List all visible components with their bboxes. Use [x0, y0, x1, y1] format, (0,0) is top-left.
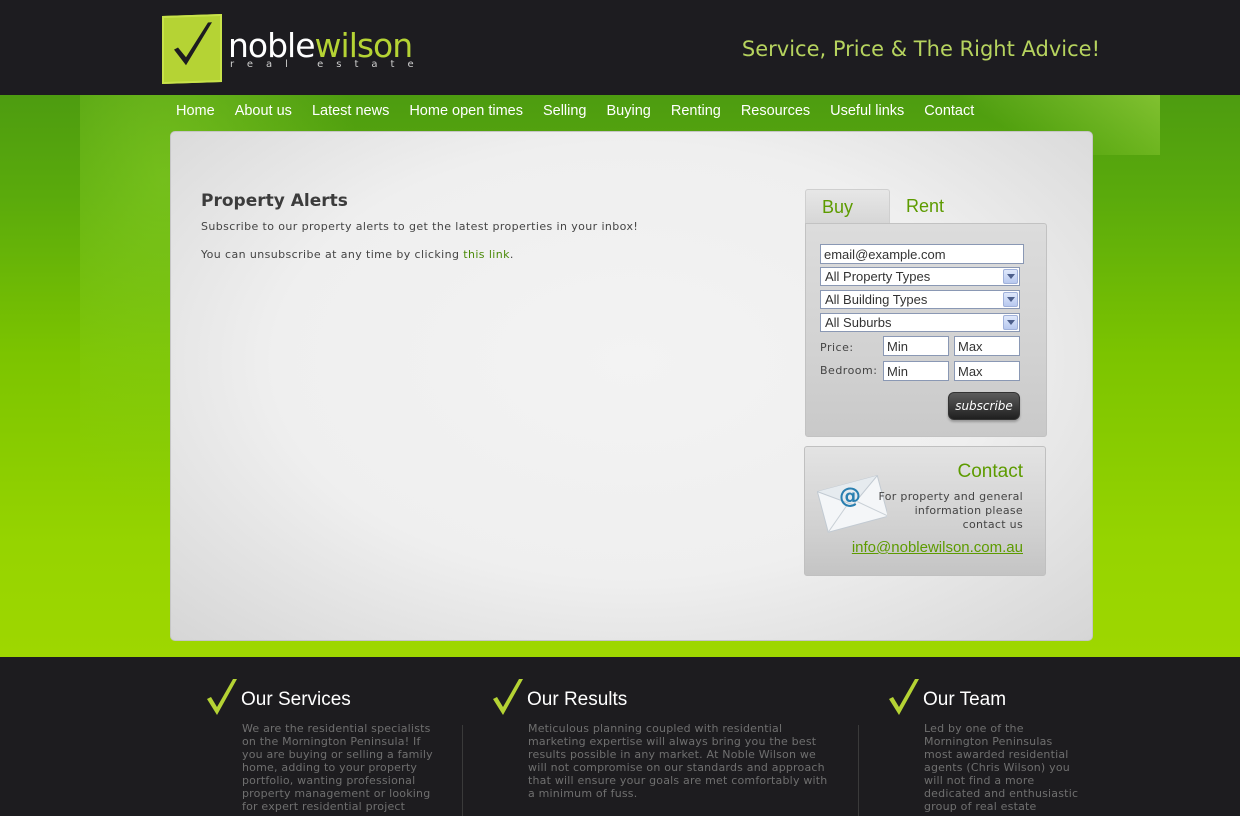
alert-form: All Property Types All Building Types Al…: [805, 223, 1047, 437]
bedroom-max-field[interactable]: [954, 361, 1020, 381]
nav-latest-news[interactable]: Latest news: [302, 103, 399, 119]
nav-useful-links[interactable]: Useful links: [820, 103, 914, 119]
price-max-field[interactable]: [954, 336, 1020, 356]
chevron-down-icon: [1003, 315, 1018, 330]
svg-text:@: @: [839, 484, 861, 509]
tagline: Service, Price & The Right Advice!: [741, 37, 1100, 61]
contact-email-link[interactable]: info@noblewilson.com.au: [852, 539, 1023, 556]
nav-home[interactable]: Home: [166, 103, 225, 119]
nav-renting[interactable]: Renting: [661, 103, 731, 119]
chevron-down-icon: [1003, 292, 1018, 307]
bedroom-min-field[interactable]: [883, 361, 949, 381]
property-type-select[interactable]: All Property Types: [820, 267, 1020, 286]
email-field[interactable]: [820, 244, 1024, 264]
unsubscribe-text: You can unsubscribe at any time by click…: [201, 248, 514, 261]
site-footer: Our Services We are the residential spec…: [0, 657, 1240, 816]
subscribe-button[interactable]: subscribe: [948, 392, 1020, 420]
content-panel: Property Alerts Subscribe to our propert…: [170, 131, 1093, 641]
alert-tabs: Buy Rent: [805, 189, 1047, 224]
unsubscribe-link[interactable]: this link: [463, 248, 510, 261]
nav-resources[interactable]: Resources: [731, 103, 820, 119]
logo-subtitle: real estate: [230, 59, 427, 70]
chevron-down-icon: [1003, 269, 1018, 284]
logo-name: noblewilson: [228, 26, 413, 65]
checkmark-icon: [889, 679, 919, 715]
price-min-field[interactable]: [883, 336, 949, 356]
page-title: Property Alerts: [201, 191, 348, 211]
checkmark-icon: [207, 679, 237, 715]
building-type-value: All Building Types: [825, 292, 928, 307]
results-title: Our Results: [527, 689, 628, 710]
nav-buying[interactable]: Buying: [597, 103, 661, 119]
services-title: Our Services: [241, 689, 351, 710]
building-type-select[interactable]: All Building Types: [820, 290, 1020, 309]
bedroom-label: Bedroom:: [820, 364, 878, 377]
team-title: Our Team: [923, 689, 1007, 710]
main-nav: Home About us Latest news Home open time…: [166, 95, 984, 127]
tab-buy[interactable]: Buy: [805, 189, 890, 224]
footer-divider: [858, 725, 859, 816]
nav-home-open-times[interactable]: Home open times: [399, 103, 533, 119]
nav-contact[interactable]: Contact: [914, 103, 984, 119]
property-type-value: All Property Types: [825, 269, 931, 284]
nav-selling[interactable]: Selling: [533, 103, 597, 119]
suburb-value: All Suburbs: [825, 315, 892, 330]
checkmark-icon: [493, 679, 523, 715]
contact-text: For property and general information ple…: [878, 490, 1023, 531]
logo[interactable]: noblewilson real estate: [162, 13, 427, 85]
footer-divider: [462, 725, 463, 816]
intro-text: Subscribe to our property alerts to get …: [201, 220, 639, 233]
contact-title: Contact: [957, 461, 1023, 482]
results-text: Meticulous planning coupled with residen…: [528, 722, 828, 800]
suburb-select[interactable]: All Suburbs: [820, 313, 1020, 332]
nav-about-us[interactable]: About us: [225, 103, 302, 119]
tab-rent[interactable]: Rent: [890, 189, 975, 224]
contact-box: @ Contact For property and general infor…: [804, 446, 1046, 576]
site-header: noblewilson real estate Service, Price &…: [0, 0, 1240, 95]
checkmark-logo-icon: [162, 13, 222, 85]
price-label: Price:: [820, 341, 854, 354]
services-text: We are the residential specialists on th…: [242, 722, 433, 813]
team-text: Led by one of the Mornington Peninsulas …: [924, 722, 1079, 813]
